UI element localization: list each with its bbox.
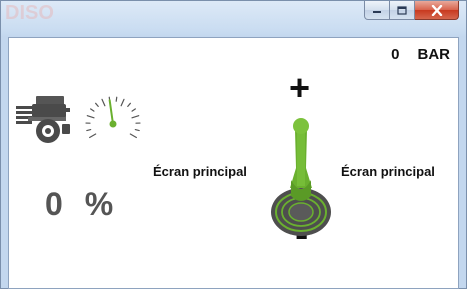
minimize-button[interactable] <box>364 1 390 20</box>
maximize-button[interactable] <box>390 1 415 20</box>
gauge-tick <box>129 133 137 139</box>
throttle-unit: % <box>84 186 114 222</box>
gauge-tick <box>89 133 97 139</box>
gauge-tick <box>95 102 99 107</box>
gauge-tick <box>134 128 140 132</box>
main-panel: 0BAR 0% + - Écr <box>8 37 459 289</box>
maximize-icon <box>397 5 407 15</box>
app-window: DISO 0 BAR 0 % + Écran principal Écran p… <box>0 0 467 289</box>
throttle-value: 0 <box>45 186 63 222</box>
svg-text:DISO: DISO <box>5 2 54 24</box>
throttle-readout: 0% <box>45 186 113 223</box>
increase-indicator: + <box>289 67 311 108</box>
gauge-tick <box>90 108 95 112</box>
gauge-tick <box>101 98 106 107</box>
pressure-readout: 0 BAR <box>391 46 450 63</box>
pressure-unit: BAR <box>417 46 451 63</box>
gauge-needle <box>108 99 114 125</box>
main-screen-label-right[interactable]: Écran principal <box>341 164 435 179</box>
watermark-logo: DISO <box>5 2 54 24</box>
gauge-tick <box>115 96 118 102</box>
gauge-tick <box>131 115 140 119</box>
main-screen-label-left[interactable]: Écran principal <box>153 164 247 179</box>
minimize-icon <box>373 11 381 13</box>
speedometer-icon <box>85 96 141 139</box>
close-icon <box>431 4 442 16</box>
joystick-icon[interactable] <box>267 116 333 238</box>
gauge-tick <box>120 98 125 107</box>
pressure-value: 0 <box>391 46 400 63</box>
close-button[interactable] <box>415 1 459 20</box>
gauge-tick <box>86 128 92 132</box>
gauge-tick <box>131 108 136 112</box>
gauge-tick <box>86 115 95 119</box>
gauge-tick <box>127 102 131 107</box>
gauge-hub <box>109 120 117 128</box>
engine-icon <box>16 96 70 143</box>
window-controls <box>364 1 459 21</box>
